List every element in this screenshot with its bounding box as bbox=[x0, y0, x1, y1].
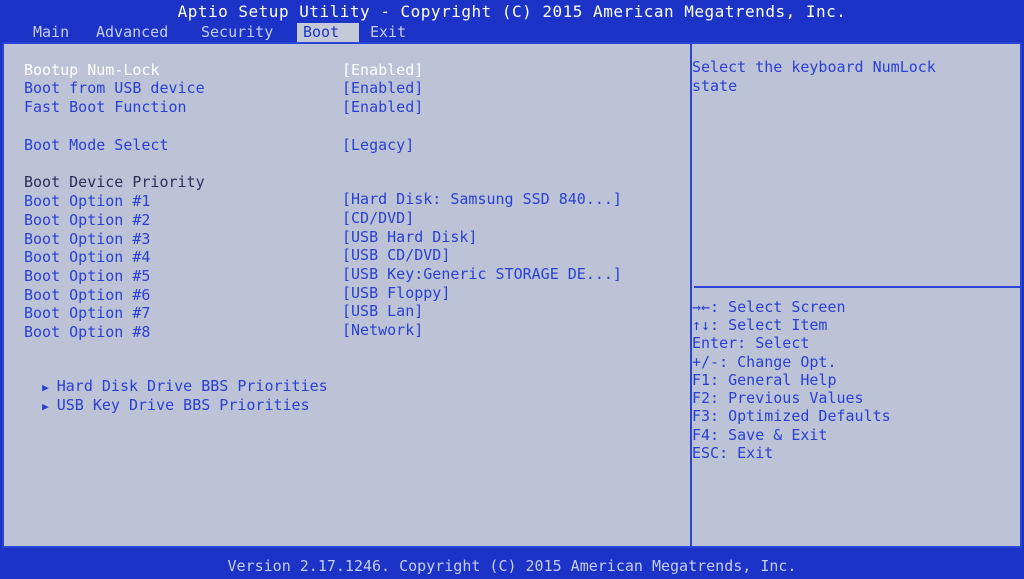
setting-fast-boot-label[interactable]: Fast Boot Function bbox=[24, 98, 187, 116]
setting-boot-usb-value[interactable]: [Enabled] bbox=[342, 79, 423, 97]
boot-option-4-value[interactable]: [USB CD/DVD] bbox=[342, 246, 450, 264]
panel-divider bbox=[690, 44, 692, 546]
boot-option-2-label[interactable]: Boot Option #2 bbox=[24, 211, 150, 229]
submenu-arrow-icon: ▶ bbox=[42, 400, 49, 413]
key-previous-values: F2: Previous Values bbox=[692, 389, 864, 407]
settings-panel: Bootup Num-Lock [Enabled] Boot from USB … bbox=[2, 42, 1022, 548]
tab-exit[interactable]: Exit bbox=[366, 23, 410, 42]
boot-option-3-value[interactable]: [USB Hard Disk] bbox=[342, 228, 477, 246]
boot-option-1-label[interactable]: Boot Option #1 bbox=[24, 192, 150, 210]
boot-option-8-value[interactable]: [Network] bbox=[342, 321, 423, 339]
key-select-screen: →←: Select Screen bbox=[692, 298, 846, 316]
boot-option-6-value[interactable]: [USB Floppy] bbox=[342, 284, 450, 302]
boot-option-3-label[interactable]: Boot Option #3 bbox=[24, 230, 150, 248]
tab-advanced[interactable]: Advanced bbox=[92, 23, 172, 42]
key-change-opt: +/-: Change Opt. bbox=[692, 353, 837, 371]
setting-boot-mode-value[interactable]: [Legacy] bbox=[342, 136, 414, 154]
tab-boot[interactable]: Boot bbox=[297, 23, 359, 42]
boot-option-2-value[interactable]: [CD/DVD] bbox=[342, 209, 414, 227]
version-footer: Version 2.17.1246. Copyright (C) 2015 Am… bbox=[227, 557, 797, 575]
boot-priority-heading: Boot Device Priority bbox=[24, 173, 205, 191]
key-save-exit: F4: Save & Exit bbox=[692, 426, 828, 444]
submenu-usb-bbs-label: USB Key Drive BBS Priorities bbox=[56, 396, 310, 414]
setting-bootup-numlock-label[interactable]: Bootup Num-Lock bbox=[24, 61, 159, 79]
setting-fast-boot-value[interactable]: [Enabled] bbox=[342, 98, 423, 116]
tab-main[interactable]: Main bbox=[29, 23, 73, 42]
key-general-help: F1: General Help bbox=[692, 371, 837, 389]
boot-option-5-label[interactable]: Boot Option #5 bbox=[24, 267, 150, 285]
key-select-item: ↑↓: Select Item bbox=[692, 316, 828, 334]
setting-bootup-numlock-value[interactable]: [Enabled] bbox=[342, 61, 423, 79]
title-bar: Aptio Setup Utility - Copyright (C) 2015… bbox=[177, 2, 847, 21]
setting-boot-mode-label[interactable]: Boot Mode Select bbox=[24, 136, 169, 154]
key-enter-select: Enter: Select bbox=[692, 334, 810, 352]
boot-option-8-label[interactable]: Boot Option #8 bbox=[24, 323, 150, 341]
key-optimized-defaults: F3: Optimized Defaults bbox=[692, 407, 891, 425]
submenu-usb-bbs[interactable]: ▶ USB Key Drive BBS Priorities bbox=[6, 378, 310, 434]
boot-option-4-label[interactable]: Boot Option #4 bbox=[24, 248, 150, 266]
help-text-line2: state bbox=[692, 77, 738, 95]
menu-bar: Main Advanced Security Boot Exit bbox=[0, 23, 1024, 42]
help-text-line1: Select the keyboard NumLock bbox=[692, 58, 936, 76]
boot-option-7-label[interactable]: Boot Option #7 bbox=[24, 304, 150, 322]
boot-option-6-label[interactable]: Boot Option #6 bbox=[24, 286, 150, 304]
boot-option-7-value[interactable]: [USB Lan] bbox=[342, 302, 423, 320]
setting-boot-usb-label[interactable]: Boot from USB device bbox=[24, 79, 205, 97]
boot-option-5-value[interactable]: [USB Key:Generic STORAGE DE...] bbox=[342, 265, 622, 283]
help-separator bbox=[694, 286, 1022, 288]
tab-security[interactable]: Security bbox=[197, 23, 277, 42]
key-esc-exit: ESC: Exit bbox=[692, 444, 774, 462]
boot-option-1-value[interactable]: [Hard Disk: Samsung SSD 840...] bbox=[342, 190, 622, 208]
